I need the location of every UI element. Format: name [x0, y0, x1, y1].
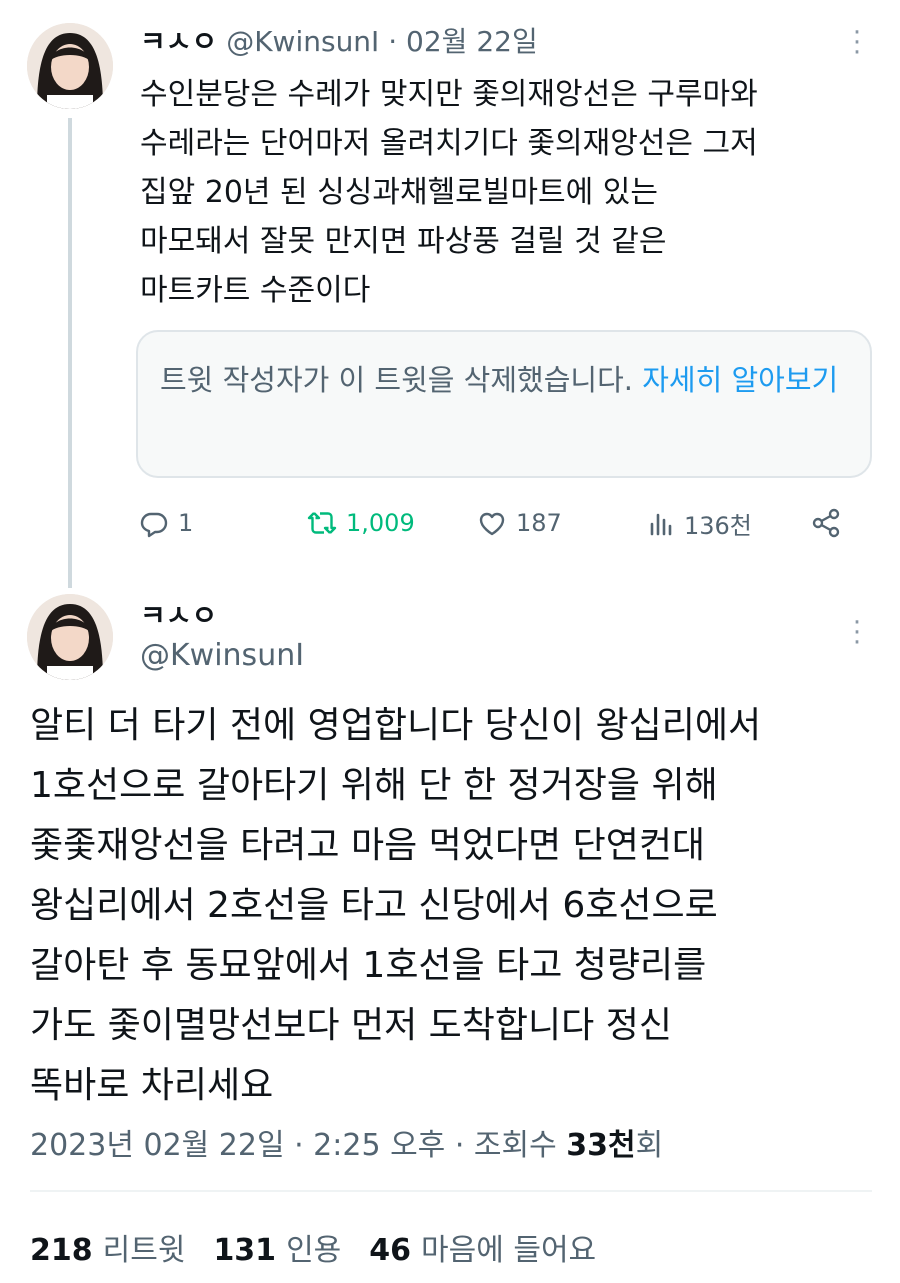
engagement-stats: 218 리트윗 131 인용 46 마음에 들어요 — [30, 1225, 596, 1269]
display-name[interactable]: ㅋㅅㅇ — [140, 25, 217, 58]
retweet-count: 1,009 — [346, 509, 415, 537]
retweets-stat[interactable]: 218 리트윗 — [30, 1225, 185, 1269]
learn-more-link[interactable]: 자세히 알아보기 — [642, 363, 838, 397]
views-number: 33천 — [566, 1128, 636, 1163]
share-button[interactable] — [810, 500, 842, 546]
handle[interactable]: @KwinsunI — [226, 25, 379, 58]
deleted-notice: 트윗 작성자가 이 트윗을 삭제했습니다. — [160, 363, 633, 397]
retweets-count: 218 — [30, 1233, 93, 1268]
tweet-date[interactable]: 02월 22일 — [406, 25, 538, 58]
like-button[interactable]: 187 — [476, 500, 562, 546]
quotes-stat[interactable]: 131 인용 — [213, 1225, 341, 1269]
more-icon[interactable]: · · · — [850, 610, 864, 656]
reply-button[interactable]: 1 — [138, 500, 193, 546]
retweet-icon — [307, 512, 337, 534]
tweet-text: 알티 더 타기 전에 영업합니다 당신이 왕십리에서 1호선으로 갈아타기 위해… — [30, 705, 762, 1106]
views-button[interactable]: 136천 — [646, 500, 752, 546]
display-name[interactable]: ㅋㅅㅇ — [140, 594, 217, 634]
retweets-label: 리트윗 — [102, 1233, 186, 1268]
likes-stat[interactable]: 46 마음에 들어요 — [369, 1225, 596, 1269]
tweet-header: ㅋㅅㅇ @KwinsunI · 02월 22일 — [140, 20, 538, 60]
views-icon — [650, 513, 672, 536]
deleted-quote-card: 트윗 작성자가 이 트윗을 삭제했습니다. 자세히 알아보기 — [136, 330, 872, 478]
more-icon[interactable]: · · · — [850, 20, 864, 66]
reply-count: 1 — [178, 509, 194, 537]
avatar[interactable] — [27, 23, 113, 109]
likes-count: 46 — [369, 1233, 412, 1268]
timestamp-text[interactable]: 2023년 02월 22일 · 2:25 오후 · 조회수 — [30, 1128, 557, 1163]
like-count: 187 — [516, 509, 562, 537]
thread-line — [68, 118, 72, 588]
share-icon — [812, 508, 840, 538]
reply-icon — [140, 512, 168, 538]
tweet-timestamp: 2023년 02월 22일 · 2:25 오후 · 조회수 33천회 — [30, 1120, 663, 1164]
handle[interactable]: @KwinsunI — [140, 638, 304, 673]
retweet-button[interactable]: 1,009 — [306, 500, 415, 546]
view-count: 136천 — [684, 511, 752, 540]
likes-label: 마음에 들어요 — [421, 1233, 597, 1268]
tweet-text: 수인분당은 수레가 맞지만 좇의재앙선은 구루마와 수레라는 단어마저 올려치기… — [140, 77, 758, 308]
quotes-label: 인용 — [286, 1233, 342, 1268]
views-suffix: 회 — [635, 1128, 664, 1163]
quotes-count: 131 — [213, 1233, 277, 1268]
separator: · — [388, 25, 398, 58]
avatar[interactable] — [27, 594, 113, 680]
like-icon — [479, 512, 505, 536]
divider — [30, 1190, 872, 1192]
